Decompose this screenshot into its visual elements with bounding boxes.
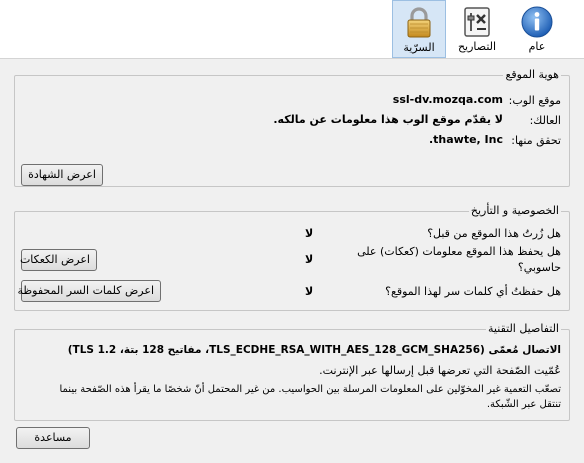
owner-value: لا يقدّم موقع الوب هذا معلومات عن مالكه. — [273, 113, 503, 126]
tab-security-label: السرّية — [403, 41, 435, 54]
tab-general[interactable]: عام — [512, 0, 562, 58]
view-certificate-button[interactable]: اعرض الشهادة — [21, 164, 103, 186]
permissions-icon — [464, 7, 490, 37]
tab-security[interactable]: السرّية — [392, 0, 446, 58]
identity-group-title: هوية الموقع — [503, 68, 561, 81]
visited-question: هل زُرتُ هذا الموقع من قبل؟ — [427, 227, 561, 240]
encryption-explanation-line2: تنتقل عبر الشّبكة. — [486, 399, 561, 410]
tab-general-label: عام — [528, 40, 546, 53]
security-panel: هوية الموقع موقع الوب: ssl-dv.mozqa.com … — [0, 58, 584, 463]
verified-label: تحقق منها: — [511, 134, 561, 147]
verified-value: thawte, Inc. — [428, 133, 503, 146]
encryption-explanation-line1: تصعّب التعمية غير المخوّلين على المعلوما… — [59, 384, 561, 395]
passwords-answer: لا — [305, 285, 314, 298]
cookies-answer: لا — [305, 253, 314, 266]
technical-group: التفاصيل التقنية الاتصال مُعمّى (TLS_ECD… — [14, 322, 570, 421]
view-saved-passwords-button[interactable]: اعرض كلمات السر المحفوظة — [18, 280, 161, 302]
passwords-question: هل حفظتُ أي كلمات سر لهذا الموقع؟ — [385, 285, 561, 298]
privacy-group-title: الخصوصية و التأريخ — [468, 204, 561, 217]
identity-group: هوية الموقع موقع الوب: ssl-dv.mozqa.com … — [14, 68, 570, 187]
view-cookies-button[interactable]: اعرض الكعكات — [20, 249, 97, 271]
cookies-question-line2: حاسوبي؟ — [517, 261, 561, 274]
lock-icon — [407, 7, 431, 38]
encrypted-message: عُمّيت الصّفحة التي تعرضها قبل إرسالها ع… — [319, 364, 561, 377]
owner-label: العالك: — [529, 114, 561, 127]
help-button[interactable]: مساعدة — [16, 427, 90, 449]
tab-permissions[interactable]: التصاريح — [448, 0, 506, 58]
website-value: ssl-dv.mozqa.com — [392, 93, 503, 106]
cookies-question-line1: هل يحفظ هذا الموقع معلومات (كعكات) على — [357, 245, 561, 258]
privacy-group: الخصوصية و التأريخ هل زُرتُ هذا الموقع م… — [14, 204, 570, 311]
tab-permissions-label: التصاريح — [457, 40, 497, 53]
info-icon — [521, 6, 553, 38]
connection-details: الاتصال مُعمّى (TLS_ECDHE_RSA_WITH_AES_1… — [67, 344, 561, 356]
visited-answer: لا — [305, 227, 314, 240]
toolbar: عام التصاريح السرّية — [0, 0, 584, 58]
website-label: موقع الوب: — [508, 94, 561, 107]
technical-group-title: التفاصيل التقنية — [486, 322, 561, 335]
